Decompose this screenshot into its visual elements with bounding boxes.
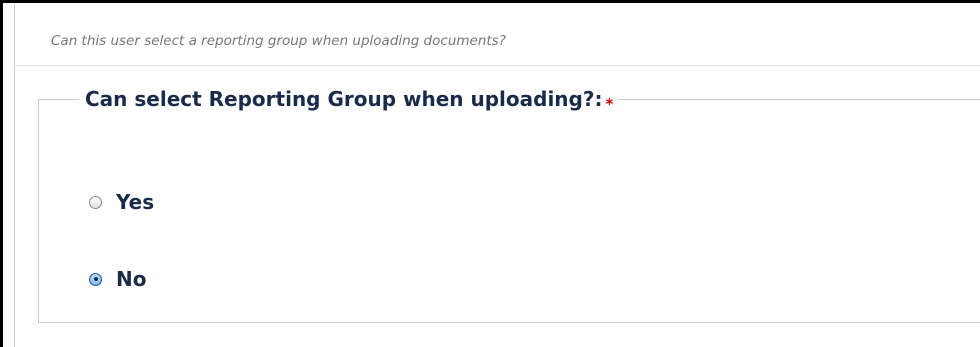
fieldset-legend: Can select Reporting Group when uploadin… (79, 87, 618, 113)
option-no[interactable]: No (89, 267, 146, 291)
reporting-group-fieldset: Can select Reporting Group when uploadin… (38, 87, 980, 323)
radio-yes[interactable] (89, 195, 102, 209)
option-yes[interactable]: Yes (89, 190, 154, 214)
option-yes-label[interactable]: Yes (116, 190, 154, 214)
radio-no[interactable] (89, 272, 102, 286)
required-marker: * (605, 95, 614, 113)
section-divider (15, 65, 980, 66)
field-help-text: Can this user select a reporting group w… (51, 33, 506, 49)
field-label: Can select Reporting Group when uploadin… (85, 87, 603, 111)
option-no-label[interactable]: No (116, 267, 146, 291)
left-divider (14, 3, 15, 347)
